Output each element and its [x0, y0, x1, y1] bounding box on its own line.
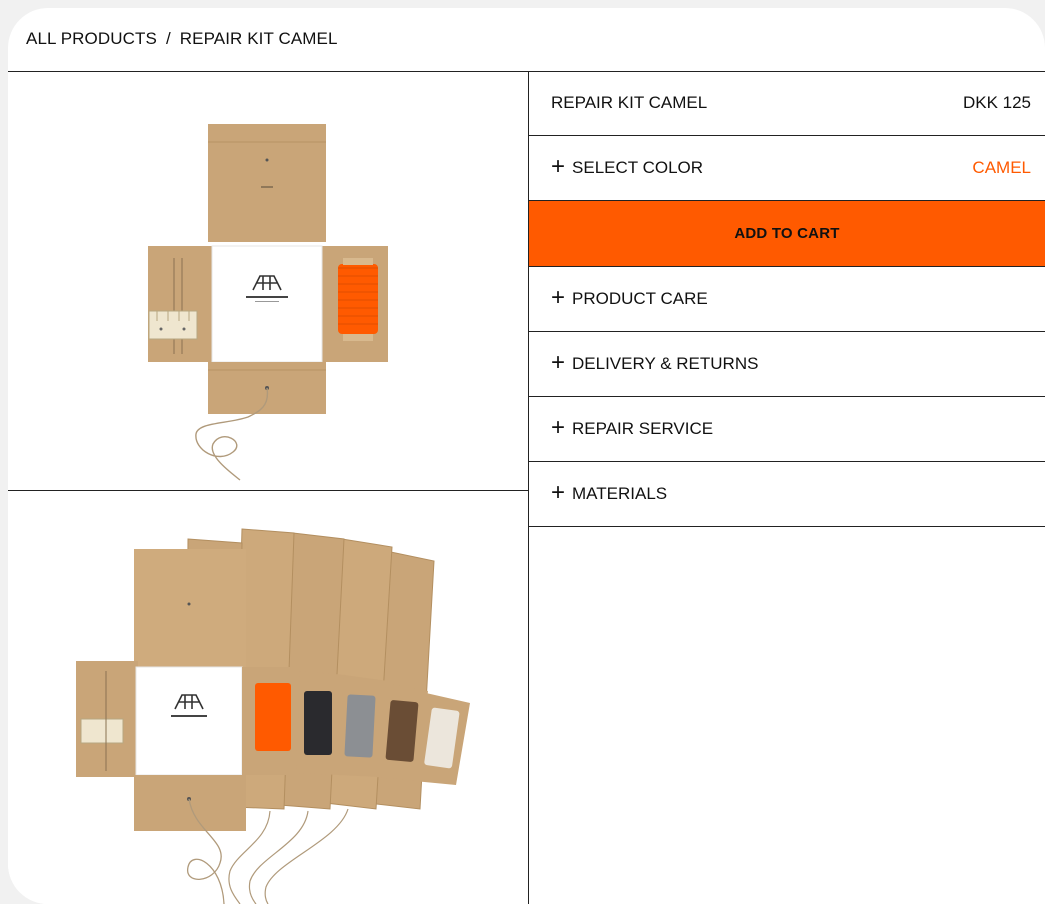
- product-name: REPAIR KIT CAMEL: [551, 93, 708, 112]
- accordion-label: DELIVERY & RETURNS: [572, 354, 759, 373]
- product-image-kit-colors[interactable]: [8, 491, 528, 904]
- accordion-product-care[interactable]: + PRODUCT CARE: [529, 267, 1045, 332]
- kit-colors-illustration: [76, 528, 470, 904]
- accordion-delivery-returns[interactable]: + DELIVERY & RETURNS: [529, 332, 1045, 397]
- product-image-open-kit[interactable]: [8, 72, 528, 490]
- product-header-row: REPAIR KIT CAMEL DKK 125: [529, 71, 1045, 136]
- open-kit-illustration: [148, 124, 388, 481]
- add-to-cart-button[interactable]: ADD TO CART: [529, 201, 1045, 267]
- select-color-toggle[interactable]: + SELECT COLOR CAMEL: [529, 136, 1045, 201]
- product-details: REPAIR KIT CAMEL DKK 125 + SELECT COLOR …: [529, 71, 1045, 527]
- breadcrumb: ALL PRODUCTS / REPAIR KIT CAMEL: [26, 29, 338, 49]
- breadcrumb-separator: /: [165, 29, 171, 48]
- breadcrumb-current: REPAIR KIT CAMEL: [179, 29, 338, 48]
- plus-icon: +: [551, 479, 566, 506]
- product-price: DKK 125: [962, 93, 1031, 112]
- accordion-label: PRODUCT CARE: [572, 289, 708, 308]
- plus-icon: +: [551, 284, 566, 311]
- plus-icon: +: [551, 153, 566, 180]
- plus-icon: +: [551, 414, 566, 441]
- selected-color-value: CAMEL: [972, 158, 1031, 177]
- accordion-repair-service[interactable]: + REPAIR SERVICE: [529, 397, 1045, 462]
- breadcrumb-all-products[interactable]: ALL PRODUCTS: [26, 29, 157, 48]
- accordion-materials[interactable]: + MATERIALS: [529, 462, 1045, 527]
- accordion-label: REPAIR SERVICE: [572, 419, 714, 438]
- plus-icon: +: [551, 349, 566, 376]
- accordion-label: MATERIALS: [572, 484, 668, 503]
- select-color-label: SELECT COLOR: [572, 158, 704, 177]
- product-page: ALL PRODUCTS / REPAIR KIT CAMEL REPAIR K…: [8, 8, 1045, 904]
